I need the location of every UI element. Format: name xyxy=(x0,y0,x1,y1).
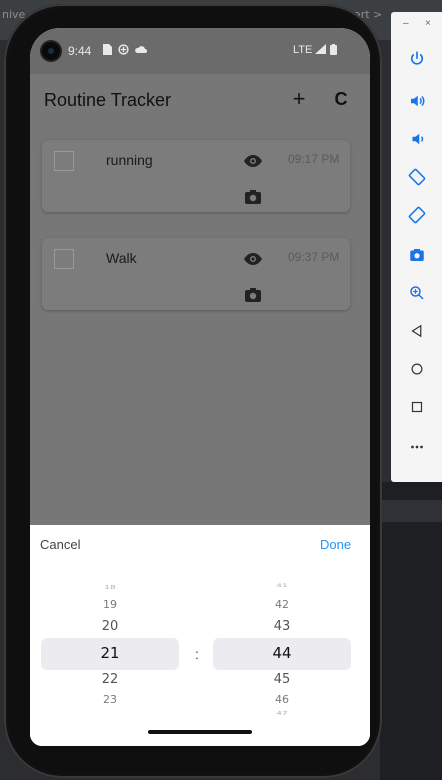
back-icon xyxy=(410,324,421,338)
hour-option[interactable]: 20 xyxy=(35,619,185,634)
more-icon xyxy=(410,445,423,449)
volume-down-icon xyxy=(412,133,423,145)
done-button[interactable]: Done xyxy=(320,537,351,552)
phone-screen: 9:44 LTE Routine Tracker + C running 09:… xyxy=(30,28,370,746)
minimize-button[interactable]: – xyxy=(403,18,409,29)
task-card[interactable]: Walk 09:37 PM xyxy=(42,238,350,310)
front-camera xyxy=(42,42,60,60)
screenshot-icon xyxy=(409,249,424,261)
volume-up-button[interactable] xyxy=(391,82,442,120)
hour-option[interactable]: 18 xyxy=(35,585,185,591)
photo-button[interactable] xyxy=(242,284,264,306)
time-separator: : xyxy=(195,646,199,662)
task-checkbox[interactable] xyxy=(54,249,74,269)
volume-down-button[interactable] xyxy=(391,120,442,158)
status-time: 9:44 xyxy=(68,44,92,58)
refresh-button[interactable]: C xyxy=(326,84,356,114)
hour-option[interactable]: 22 xyxy=(35,672,185,687)
signal-icon xyxy=(315,44,326,54)
task-time: 09:37 PM xyxy=(288,250,340,264)
task-name: running xyxy=(106,152,153,168)
selected-minute[interactable]: 44 xyxy=(207,644,357,662)
view-button[interactable] xyxy=(242,150,264,172)
task-time: 09:17 PM xyxy=(288,152,340,166)
minute-option[interactable]: 47 xyxy=(207,711,357,717)
add-button[interactable]: + xyxy=(284,84,314,114)
zoom-button[interactable] xyxy=(391,274,442,312)
minute-option[interactable]: 43 xyxy=(207,619,357,634)
network-type: LTE xyxy=(293,44,313,56)
close-button[interactable]: × xyxy=(425,18,431,29)
cancel-button[interactable]: Cancel xyxy=(40,537,80,552)
battery-icon xyxy=(330,44,337,55)
rotate-left-button[interactable] xyxy=(391,158,442,196)
power-button[interactable] xyxy=(391,40,442,78)
zoom-icon xyxy=(409,286,424,300)
more-button[interactable] xyxy=(391,428,442,466)
power-icon xyxy=(410,51,423,65)
eye-icon xyxy=(244,253,262,265)
minute-option[interactable]: 45 xyxy=(207,672,357,687)
app-content: Routine Tracker + C running 09:17 PM Wal… xyxy=(30,74,370,525)
rotate-right-button[interactable] xyxy=(391,196,442,234)
camera-icon xyxy=(245,190,261,204)
hour-option[interactable]: 23 xyxy=(35,693,185,706)
task-name: Walk xyxy=(106,250,137,266)
view-button[interactable] xyxy=(242,248,264,270)
photo-button[interactable] xyxy=(242,186,264,208)
status-bar: 9:44 LTE xyxy=(30,28,370,74)
eye-icon xyxy=(244,155,262,167)
screenshot-button[interactable] xyxy=(391,236,442,274)
rotate-right-icon xyxy=(408,206,425,224)
sim-icon xyxy=(103,44,112,55)
ide-panel-band xyxy=(380,500,442,522)
selected-hour[interactable]: 21 xyxy=(35,644,185,662)
home-icon xyxy=(411,363,422,375)
time-picker-sheet: Cancel Done : 18 19 20 21 22 23 41 42 43… xyxy=(30,525,370,746)
volume-up-icon xyxy=(410,95,424,107)
minute-option[interactable]: 42 xyxy=(207,598,357,611)
minute-option[interactable]: 41 xyxy=(207,584,357,589)
back-button[interactable] xyxy=(391,312,442,350)
app-title: Routine Tracker xyxy=(44,90,172,110)
home-button[interactable] xyxy=(391,350,442,388)
rotate-left-icon xyxy=(408,168,425,186)
cloud-icon xyxy=(135,46,147,53)
gesture-home-bar[interactable] xyxy=(148,730,252,734)
hour-option[interactable]: 19 xyxy=(35,598,185,611)
data-saver-icon xyxy=(118,44,129,55)
emulator-toolbar: – × xyxy=(391,12,442,482)
minute-option[interactable]: 46 xyxy=(207,693,357,706)
phone-frame: 9:44 LTE Routine Tracker + C running 09:… xyxy=(4,4,382,778)
task-checkbox[interactable] xyxy=(54,151,74,171)
ide-panel xyxy=(380,482,442,780)
overview-icon xyxy=(411,401,422,413)
overview-button[interactable] xyxy=(391,388,442,426)
camera-icon xyxy=(245,288,261,302)
task-card[interactable]: running 09:17 PM xyxy=(42,140,350,212)
